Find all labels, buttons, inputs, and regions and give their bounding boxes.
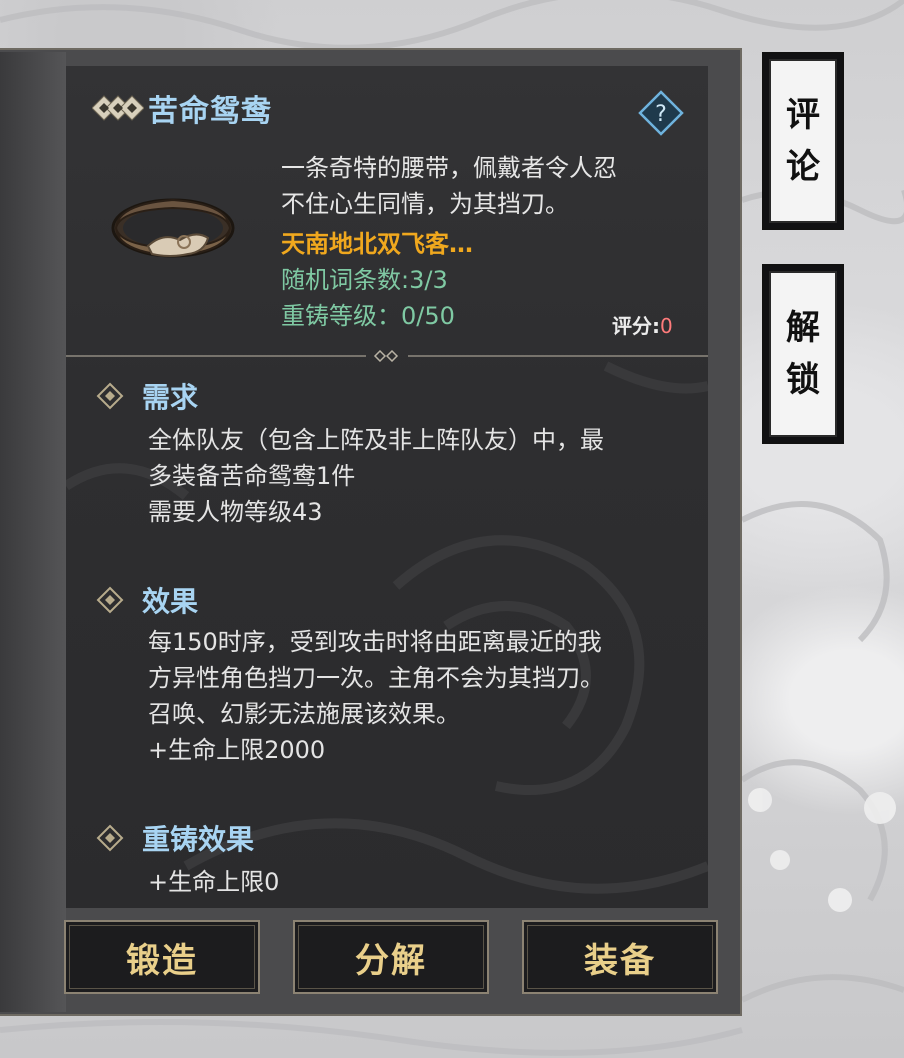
section-requirement-title: 需求: [142, 381, 199, 414]
item-title-row: 苦命鸳鸯: [92, 88, 272, 129]
decompose-button[interactable]: 分解: [293, 920, 489, 994]
random-affix-count: 随机词条数:3/3: [281, 266, 448, 294]
section-reforge-header: 重铸效果: [96, 820, 254, 856]
requirement-text: 全体队友（包含上阵及非上阵队友）中，最 多装备苦命鸳鸯1件 需要人物等级43: [148, 426, 604, 526]
section-effect-header: 效果: [96, 582, 198, 618]
section-diamond-icon: [96, 824, 124, 852]
item-description: 一条奇特的腰带，佩戴者令人忍 不住心生同情，为其挡刀。: [281, 154, 617, 218]
section-diamond-icon: [96, 586, 124, 614]
equip-button[interactable]: 装备: [522, 920, 718, 994]
section-effect-title: 效果: [142, 585, 199, 618]
forge-button[interactable]: 锻造: [64, 920, 260, 994]
reforge-effect-text: +生命上限0: [148, 868, 280, 896]
section-requirement-header: 需求: [96, 378, 198, 414]
unlock-button[interactable]: 解 锁: [762, 264, 844, 444]
belt-item-icon: [111, 198, 235, 258]
set-name[interactable]: 天南地北双飞客…: [281, 224, 473, 259]
header-divider: [66, 350, 708, 362]
rarity-diamond-icon: [92, 95, 144, 121]
item-detail-panel: 苦命鸳鸯 ? 一条奇特的腰带，佩戴者令人忍 不住心生同情，为其挡刀。 天南地北双…: [66, 66, 708, 908]
section-diamond-icon: [96, 382, 124, 410]
section-reforge-title: 重铸效果: [142, 823, 255, 856]
left-panel-edge: [0, 52, 66, 1012]
item-name: 苦命鸳鸯: [148, 94, 272, 129]
score-value: 0: [660, 314, 673, 338]
svg-text:?: ?: [655, 102, 667, 127]
effect-text: 每150时序，受到攻击时将由距离最近的我 方异性角色挡刀一次。主角不会为其挡刀。…: [148, 628, 604, 764]
item-score: 评分:0: [612, 314, 673, 338]
comment-button[interactable]: 评 论: [762, 52, 844, 230]
help-icon[interactable]: ?: [638, 90, 684, 136]
reforge-level: 重铸等级：0/50: [281, 302, 455, 330]
